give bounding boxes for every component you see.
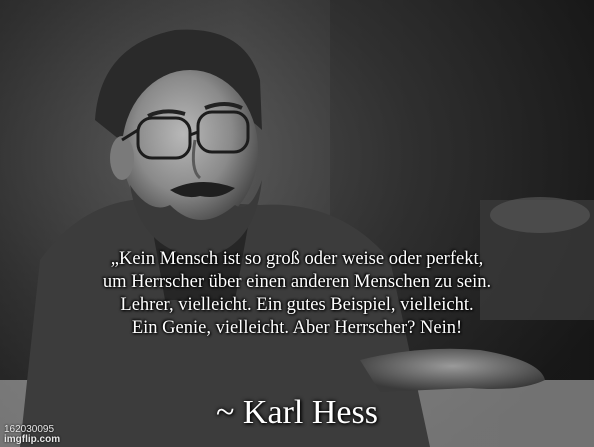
quote-line-3: Lehrer, vielleicht. Ein gutes Beispiel, … [120,295,474,315]
quote-line-1: „Kein Mensch ist so groß oder weise oder… [110,249,484,269]
watermark-site: imgflip.com [4,434,61,445]
quote-line-4: Ein Genie, vielleicht. Aber Herrscher? N… [131,318,463,338]
quote-line-2: um Herrscher über einen anderen Menschen… [102,272,492,292]
quote-text: „Kein Mensch ist so groß oder weise oder… [0,248,594,340]
portrait-photo [0,0,594,447]
meme-image: „Kein Mensch ist so groß oder weise oder… [0,0,594,447]
quote-author: ~ Karl Hess [216,394,378,431]
